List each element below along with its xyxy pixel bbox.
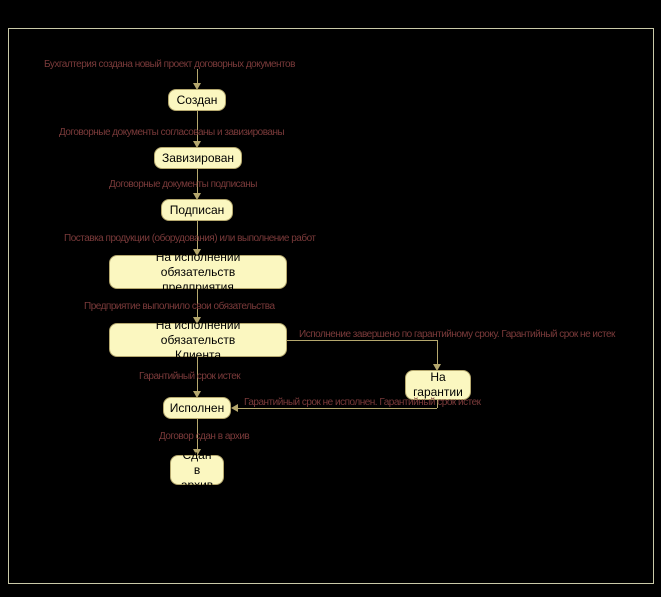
state-node-exec-client: На исполнении обязательств Клиента <box>109 323 287 357</box>
state-node-created: Создан <box>168 89 226 111</box>
edge-label: Гарантийный срок истек <box>139 371 240 382</box>
arrow-left-icon <box>231 404 238 412</box>
connector <box>287 340 437 341</box>
diagram-frame: Бухгалтерия создана новый проект договор… <box>8 28 654 584</box>
edge-label: Договорные документы согласованы и завиз… <box>59 127 284 138</box>
state-node-exec-enterprise: На исполнении обязательств предприятия <box>109 255 287 289</box>
edge-label: Договор сдан в архив <box>159 431 249 442</box>
edge-label: Поставка продукции (оборудования) или вы… <box>64 233 316 244</box>
connector <box>238 408 437 409</box>
edge-label: Бухгалтерия создана новый проект договор… <box>44 59 295 70</box>
state-node-warranty: На гарантии <box>405 370 471 400</box>
state-node-approved: Завизирован <box>154 147 242 169</box>
connector <box>437 340 438 364</box>
state-node-signed: Подписан <box>161 199 233 221</box>
edge-label: Гарантийный срок не исполнен. Гарантийны… <box>244 397 481 408</box>
connector <box>197 69 198 83</box>
state-node-executed: Исполнен <box>163 397 231 419</box>
edge-label: Предприятие выполнило свои обязательства <box>84 301 275 312</box>
state-node-archived: Сдан в архив <box>170 455 224 485</box>
edge-label: Договорные документы подписаны <box>109 179 257 190</box>
edge-label: Исполнение завершено по гарантийному сро… <box>299 329 615 340</box>
